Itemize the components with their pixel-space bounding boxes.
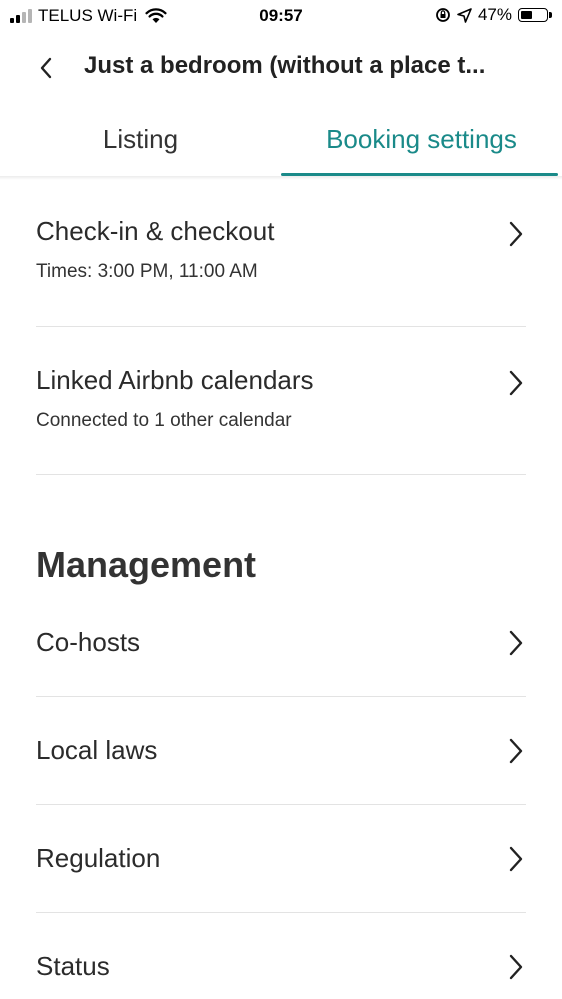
tab-label: Booking settings xyxy=(326,124,517,154)
management-item-regulation[interactable]: Regulation xyxy=(36,843,526,874)
tab-label: Listing xyxy=(102,124,179,154)
tab-listing[interactable]: Listing xyxy=(0,110,281,176)
management-item-local-laws[interactable]: Local laws xyxy=(36,735,526,766)
divider xyxy=(36,326,526,327)
back-button[interactable] xyxy=(30,52,62,84)
row-subtitle: Connected to 1 other calendar xyxy=(36,410,292,431)
checkin-checkout-row[interactable]: Check-in & checkout Times: 3:00 PM, 11:0… xyxy=(36,216,526,283)
battery-percent: 47% xyxy=(477,5,512,24)
management-item-co-hosts[interactable]: Co-hosts xyxy=(36,627,526,658)
tab-booking-settings[interactable]: Booking settings xyxy=(281,110,562,176)
row-title: Status xyxy=(36,951,110,981)
section-heading-management: Management xyxy=(36,544,257,585)
battery-icon xyxy=(518,8,552,22)
chevron-right-icon xyxy=(509,630,523,656)
row-title: Linked Airbnb calendars xyxy=(36,365,314,395)
linked-calendars-row[interactable]: Linked Airbnb calendars Connected to 1 o… xyxy=(36,365,526,432)
chevron-right-icon xyxy=(509,846,523,872)
orientation-lock-icon xyxy=(436,8,450,22)
chevron-right-icon xyxy=(509,370,523,396)
row-title: Regulation xyxy=(36,843,161,873)
divider xyxy=(36,474,526,475)
page-title: Just a bedroom (without a place t... xyxy=(84,52,486,79)
chevron-right-icon xyxy=(509,221,523,247)
divider xyxy=(36,804,526,805)
row-subtitle: Times: 3:00 PM, 11:00 AM xyxy=(36,261,258,282)
header: Just a bedroom (without a place t... xyxy=(0,40,562,94)
row-title: Check-in & checkout xyxy=(36,216,275,246)
chevron-left-icon xyxy=(40,57,52,79)
tab-bar: Listing Booking settings xyxy=(0,110,562,176)
tab-bar-shadow xyxy=(0,176,562,180)
row-title: Co-hosts xyxy=(36,627,141,657)
divider xyxy=(36,912,526,913)
status-bar: TELUS Wi-Fi 09:57 47% xyxy=(0,0,562,34)
management-item-status[interactable]: Status xyxy=(36,951,526,982)
status-right: 47% xyxy=(435,5,552,25)
divider xyxy=(36,696,526,697)
chevron-right-icon xyxy=(509,954,523,980)
chevron-right-icon xyxy=(509,738,523,764)
location-arrow-icon xyxy=(457,7,472,23)
row-title: Local laws xyxy=(36,735,158,765)
